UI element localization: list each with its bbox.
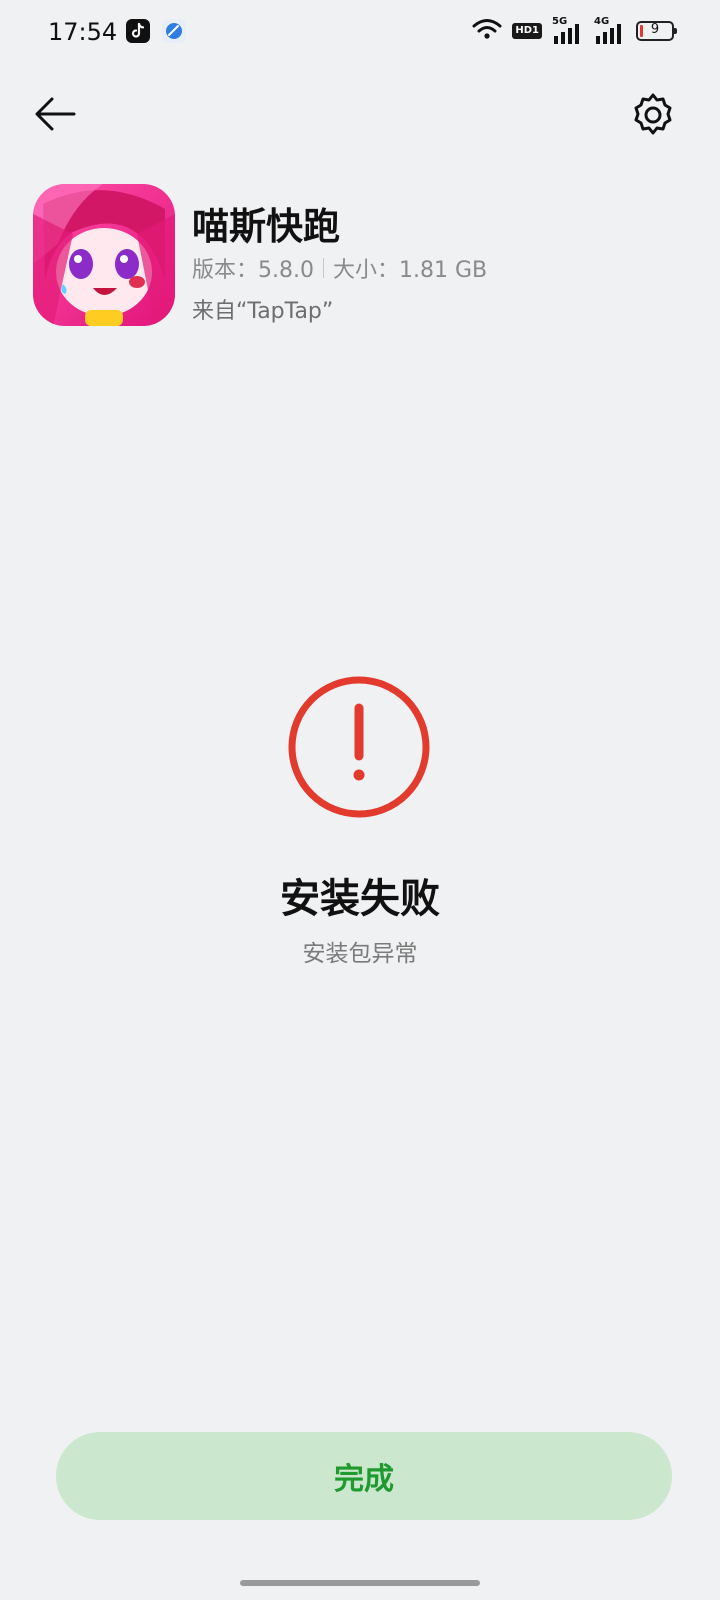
status-time: 17:54 [48, 18, 118, 46]
app-source: 来自“TapTap” [192, 299, 334, 324]
result-title: 安装失败 [280, 876, 440, 922]
signal-5g: 5G [552, 16, 584, 44]
battery-icon: 9 [636, 21, 677, 41]
result-subtitle: 安装包异常 [302, 941, 418, 967]
notification-icons [126, 19, 186, 47]
signal-4g: 4G [594, 16, 626, 44]
wifi-icon [472, 18, 502, 44]
app-version: 版本：5.8.0 [192, 258, 314, 283]
app-name: 喵斯快跑 [192, 205, 340, 248]
home-indicator[interactable] [240, 1580, 480, 1586]
battery-level: 9 [650, 22, 660, 37]
gear-icon [634, 93, 672, 135]
app-meta: 版本：5.8.0 大小：1.81 GB [192, 252, 487, 284]
signal-bars-icon [554, 24, 579, 44]
meta-divider [322, 258, 324, 278]
status-bar: 17:54 HD1 5G 4G 9 [0, 0, 720, 64]
app-size: 大小：1.81 GB [332, 258, 488, 283]
signal-bars-icon [596, 24, 621, 44]
hd-badge: HD1 [512, 23, 542, 39]
tiktok-icon [126, 19, 150, 47]
settings-button[interactable] [630, 92, 676, 138]
done-button[interactable]: 完成 [56, 1432, 672, 1520]
back-button[interactable] [30, 92, 80, 136]
exclamation-circle-icon [286, 674, 432, 820]
app-icon [33, 184, 175, 326]
status-indicators: HD1 5G 4G 9 [472, 16, 677, 44]
browser-app-icon [162, 19, 186, 47]
arrow-left-icon [35, 97, 76, 131]
